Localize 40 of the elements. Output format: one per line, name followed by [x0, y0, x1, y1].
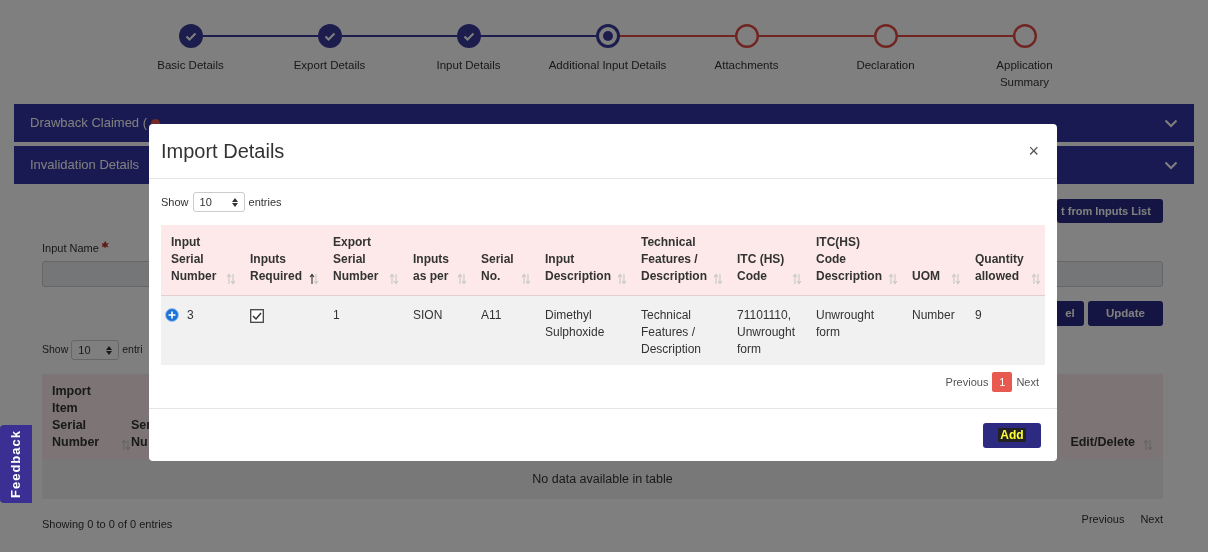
table-cell: 3 [187, 306, 194, 324]
table-cell: 9 [965, 295, 1045, 365]
table-info: Showing 0 to 0 of 0 entries [42, 517, 173, 532]
accordion-title: Drawback Claimed ( [30, 114, 148, 133]
column-header: UOM [912, 267, 940, 285]
table-cell: Dimethyl Sulphoxide [535, 295, 631, 365]
column-header: Inputs as per [413, 250, 450, 285]
step-label: Input Details [436, 58, 501, 73]
column-header: ITC(HS) Code Description [816, 233, 883, 285]
accordion-title: Invalidation Details [30, 156, 140, 175]
show-label: Show [161, 194, 189, 210]
modal-title: Import Details [161, 139, 285, 164]
table-cell: SION [403, 295, 471, 365]
entries-label: entries [248, 194, 282, 210]
step-label: Declaration [856, 58, 915, 73]
step-label: Additional Input Details [548, 58, 667, 73]
show-label: Show [42, 342, 69, 358]
table-cell: 1 [323, 295, 403, 365]
column-header: ITC (HS) Code [737, 250, 786, 285]
column-header: Input Serial Number [171, 233, 218, 285]
table-cell: Number [902, 295, 965, 365]
column-header: Export Serial Number [333, 233, 380, 285]
table-cell: A11 [471, 295, 535, 365]
step-label: Basic Details [157, 58, 224, 73]
column-header: Edit/Delete [1070, 434, 1135, 451]
step-label: Attachments [714, 58, 779, 73]
step-label: Application Summary [995, 58, 1054, 91]
column-header: Import Item Serial Number [52, 383, 101, 451]
column-header: Ser Nu [131, 417, 153, 451]
empty-message: No data available in table [532, 470, 673, 488]
column-header: Technical Features / Description [641, 233, 708, 285]
table-cell: 71101110, Unwrought form [727, 295, 806, 365]
step-label: Export Details [293, 58, 366, 73]
column-header: Input Description [545, 250, 612, 285]
column-header: Quantity allowed [975, 250, 1025, 285]
column-header: Serial No. [481, 250, 515, 285]
entries-label: entri [122, 342, 143, 358]
table-cell: Unwrought form [806, 295, 902, 365]
table-cell: Technical Features / Description [631, 295, 727, 365]
column-header: Inputs Required [250, 250, 303, 285]
